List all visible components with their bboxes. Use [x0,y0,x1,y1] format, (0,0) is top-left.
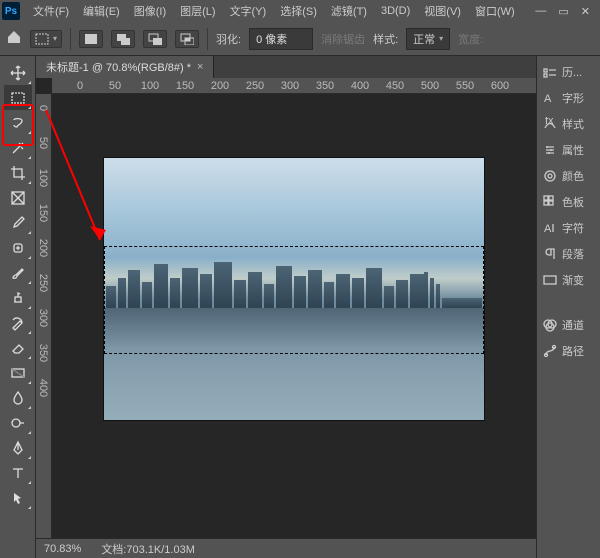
main-area: 未标题-1 @ 70.8%(RGB/8#) * × 05010015020025… [0,56,600,558]
right-panel: 历... A字形 fx样式 属性 颜色 色板 A字符 段落 渐变 通道 路径 [536,56,600,558]
options-bar: ▾ 羽化: 0 像素 消除锯齿 样式: 正常 ▾ 宽度: [0,22,600,56]
chevron-down-icon: ▾ [439,34,443,43]
panel-glyphs[interactable]: A字形 [541,88,596,108]
blur-tool[interactable] [4,385,32,410]
type-tool[interactable] [4,460,32,485]
anti-alias-checkbox: 消除锯齿 [321,31,365,47]
filesize-readout: 文档:703.1K/1.03M [101,541,195,557]
document-tab-title: 未标题-1 @ 70.8%(RGB/8#) * [46,59,191,75]
home-icon[interactable] [6,29,22,48]
style-dropdown[interactable]: 正常 ▾ [406,28,450,50]
menu-window[interactable]: 窗口(W) [468,3,522,19]
maximize-button[interactable]: ▭ [558,5,568,18]
panel-swatches[interactable]: 色板 [541,192,596,212]
gradient-tool[interactable] [4,360,32,385]
selection-add-button[interactable] [111,30,135,48]
svg-text:A: A [544,93,552,105]
style-value: 正常 [413,31,435,47]
width-label: 宽度: [458,31,483,47]
panel-channels[interactable]: 通道 [541,315,596,335]
feather-input[interactable]: 0 像素 [249,28,313,50]
clone-stamp-tool[interactable] [4,285,32,310]
panel-separator [541,302,596,303]
canvas-wrap: 050100150200250300350400450500550600 050… [36,78,536,538]
magic-wand-tool[interactable] [4,135,32,160]
menu-select[interactable]: 选择(S) [273,3,324,19]
panel-paragraph[interactable]: 段落 [541,244,596,264]
menu-bar: Ps 文件(F) 编辑(E) 图像(I) 图层(L) 文字(Y) 选择(S) 滤… [0,0,600,22]
crop-tool[interactable] [4,160,32,185]
canvas-viewport[interactable] [52,94,536,538]
horizontal-ruler[interactable]: 050100150200250300350400450500550600 [52,78,536,94]
brush-tool[interactable] [4,260,32,285]
pen-tool[interactable] [4,435,32,460]
svg-text:A: A [544,223,552,235]
dodge-tool[interactable] [4,410,32,435]
panel-history[interactable]: 历... [541,62,596,82]
panel-paths[interactable]: 路径 [541,341,596,361]
window-controls: — ▭ ✕ [535,5,598,18]
menu-type[interactable]: 文字(Y) [223,3,274,19]
app-logo: Ps [2,2,20,20]
close-button[interactable]: ✕ [581,5,590,18]
panel-styles[interactable]: fx样式 [541,114,596,134]
minimize-button[interactable]: — [535,5,546,18]
history-brush-tool[interactable] [4,310,32,335]
frame-tool[interactable] [4,185,32,210]
path-selection-tool[interactable] [4,485,32,510]
menu-image[interactable]: 图像(I) [127,3,173,19]
document-tab[interactable]: 未标题-1 @ 70.8%(RGB/8#) * × [36,56,214,78]
status-bar: 70.83% 文档:703.1K/1.03M [36,538,536,558]
selection-new-button[interactable] [79,30,103,48]
document-area: 未标题-1 @ 70.8%(RGB/8#) * × 05010015020025… [36,56,536,558]
move-tool[interactable] [4,60,32,85]
panel-properties[interactable]: 属性 [541,140,596,160]
panel-character[interactable]: A字符 [541,218,596,238]
tool-preset-button[interactable]: ▾ [30,30,62,48]
menu-3d[interactable]: 3D(D) [374,5,417,17]
menu-edit[interactable]: 编辑(E) [76,3,127,19]
panel-color[interactable]: 颜色 [541,166,596,186]
style-label: 样式: [373,31,398,47]
panel-gradient[interactable]: 渐变 [541,270,596,290]
marquee-selection[interactable] [104,246,484,354]
eyedropper-tool[interactable] [4,210,32,235]
zoom-level[interactable]: 70.83% [44,543,81,555]
feather-label: 羽化: [216,31,241,47]
healing-brush-tool[interactable] [4,235,32,260]
marquee-tool[interactable] [4,85,32,110]
canvas-image[interactable] [104,158,484,420]
menu-filter[interactable]: 滤镜(T) [324,3,374,19]
selection-intersect-button[interactable] [175,30,199,48]
menu-layer[interactable]: 图层(L) [173,3,222,19]
svg-text:fx: fx [545,117,554,127]
lasso-tool[interactable] [4,110,32,135]
vertical-ruler[interactable]: 050100150200250300350400 [36,94,52,538]
menu-view[interactable]: 视图(V) [417,3,468,19]
eraser-tool[interactable] [4,335,32,360]
close-tab-button[interactable]: × [197,61,203,73]
document-tabs: 未标题-1 @ 70.8%(RGB/8#) * × [36,56,536,78]
separator [207,28,208,50]
toolbox [0,56,36,558]
menu-file[interactable]: 文件(F) [26,3,76,19]
separator [70,28,71,50]
selection-subtract-button[interactable] [143,30,167,48]
